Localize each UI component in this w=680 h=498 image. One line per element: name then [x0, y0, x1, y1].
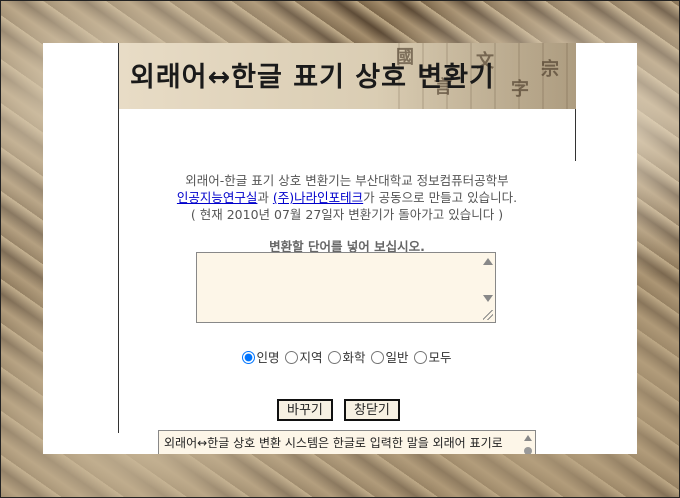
- radio-general-input[interactable]: [371, 351, 385, 364]
- radio-person-input[interactable]: [242, 351, 256, 364]
- narainfotech-link[interactable]: (주)나라인포테크: [273, 190, 363, 205]
- page-title: 외래어↔한글 표기 상호 변환기: [130, 62, 495, 93]
- radio-region-input[interactable]: [285, 351, 299, 364]
- radio-region[interactable]: 지역: [285, 350, 323, 365]
- action-buttons: 바꾸기 창닫기: [277, 399, 406, 421]
- resize-grip-icon[interactable]: [483, 310, 493, 320]
- intro-line2-rest: 가 공동으로 만들고 있습니다.: [363, 190, 518, 205]
- category-radio-group: 인명 지역 화학 일반 모두: [123, 347, 571, 366]
- radio-chemistry[interactable]: 화학: [328, 350, 366, 365]
- description-box: 외래어↔한글 상호 변환 시스템은 한글로 입력한 말을 외래어 표기로: [158, 430, 536, 454]
- converter-panel: 國 言 文 字 宗 외래어↔한글 표기 상호 변환기 외래어-한글 표기 상호 …: [43, 43, 637, 454]
- intro-line2: 인공지능연구실과 (주)나라인포테크가 공동으로 만들고 있습니다.: [123, 189, 571, 206]
- close-window-button[interactable]: 창닫기: [343, 399, 400, 421]
- radio-label: 인명: [256, 350, 280, 365]
- decor-char: 宗: [541, 59, 559, 80]
- intro-text: 외래어-한글 표기 상호 변환기는 부산대학교 정보컴퓨터공학부 인공지능연구실…: [123, 172, 571, 223]
- left-divider: [118, 43, 119, 433]
- description-scrollbar[interactable]: [521, 431, 535, 454]
- description-text: 외래어↔한글 상호 변환 시스템은 한글로 입력한 말을 외래어 표기로: [164, 436, 503, 450]
- word-input[interactable]: [197, 253, 481, 322]
- radio-all-input[interactable]: [414, 351, 428, 364]
- header-banner: 國 言 文 字 宗 외래어↔한글 표기 상호 변환기: [118, 43, 576, 109]
- radio-label: 일반: [385, 350, 409, 365]
- ai-lab-link[interactable]: 인공지능연구실: [177, 190, 258, 205]
- scroll-up-arrow-icon[interactable]: [483, 258, 493, 265]
- radio-all[interactable]: 모두: [414, 350, 452, 365]
- scroll-thumb[interactable]: [524, 447, 532, 454]
- right-divider: [575, 109, 576, 161]
- intro-conj: 과: [257, 190, 273, 205]
- radio-chemistry-input[interactable]: [328, 351, 342, 364]
- decor-char: 字: [511, 79, 529, 100]
- scroll-down-arrow-icon[interactable]: [483, 295, 493, 302]
- convert-button[interactable]: 바꾸기: [277, 399, 333, 421]
- radio-label: 모두: [428, 350, 452, 365]
- radio-label: 화학: [342, 350, 366, 365]
- radio-label: 지역: [299, 350, 323, 365]
- radio-person[interactable]: 인명: [242, 350, 280, 365]
- word-input-box: [196, 252, 496, 323]
- intro-line1: 외래어-한글 표기 상호 변환기는 부산대학교 정보컴퓨터공학부: [185, 173, 509, 188]
- scroll-up-arrow-icon[interactable]: [524, 435, 532, 441]
- intro-line3: ( 현재 2010년 07월 27일자 변환기가 돌아가고 있습니다 ): [190, 207, 504, 222]
- radio-general[interactable]: 일반: [371, 350, 409, 365]
